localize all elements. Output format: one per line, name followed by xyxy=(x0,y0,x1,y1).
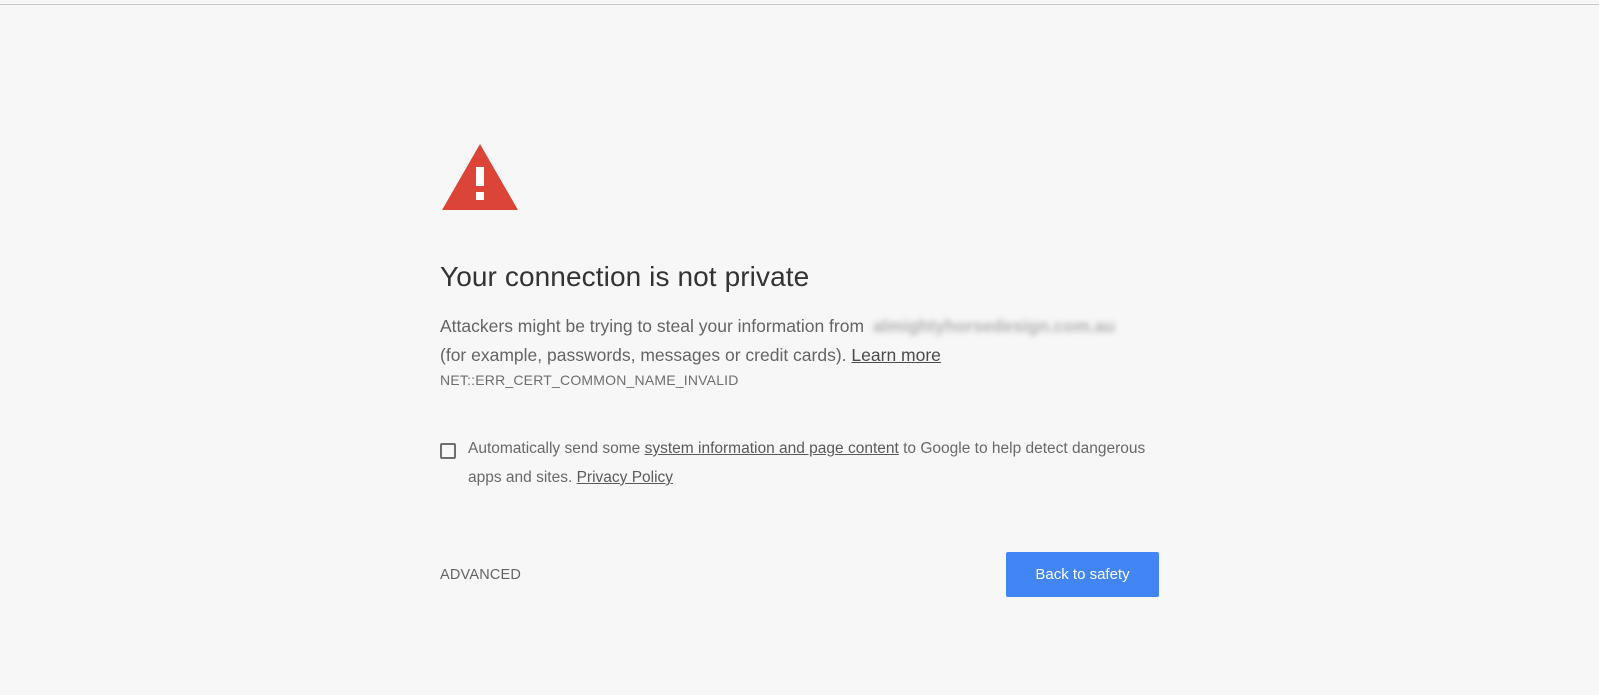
message-text: Attackers might be trying to steal your … xyxy=(440,316,865,336)
warning-triangle-icon xyxy=(442,144,518,210)
back-to-safety-button[interactable]: Back to safety xyxy=(1006,552,1159,597)
extended-reporting-option: Automatically send some system informati… xyxy=(440,440,1160,492)
nav-wrapper: ADVANCED Back to safety xyxy=(440,552,1159,597)
extended-reporting-label: Automatically send some system informati… xyxy=(468,434,1160,492)
extended-reporting-checkbox[interactable] xyxy=(440,443,456,459)
privacy-policy-link[interactable]: Privacy Policy xyxy=(577,469,673,486)
error-code: NET::ERR_CERT_COMMON_NAME_INVALID xyxy=(440,372,739,388)
page-title: Your connection is not private xyxy=(440,261,810,292)
advanced-button[interactable]: ADVANCED xyxy=(440,567,521,583)
main-message: Attackers might be trying to steal your … xyxy=(440,312,1160,370)
learn-more-link[interactable]: Learn more xyxy=(851,345,941,365)
extended-reporting-text: Automatically send some xyxy=(468,440,641,457)
system-information-link[interactable]: system information and page content xyxy=(645,440,899,457)
interstitial-main: Your connection is not private Attackers… xyxy=(440,142,1160,597)
message-text-examples: (for example, passwords, messages or cre… xyxy=(440,345,847,365)
site-domain: almightyhorsedesign.com.au xyxy=(872,316,1116,336)
window-top-border xyxy=(0,4,1599,5)
